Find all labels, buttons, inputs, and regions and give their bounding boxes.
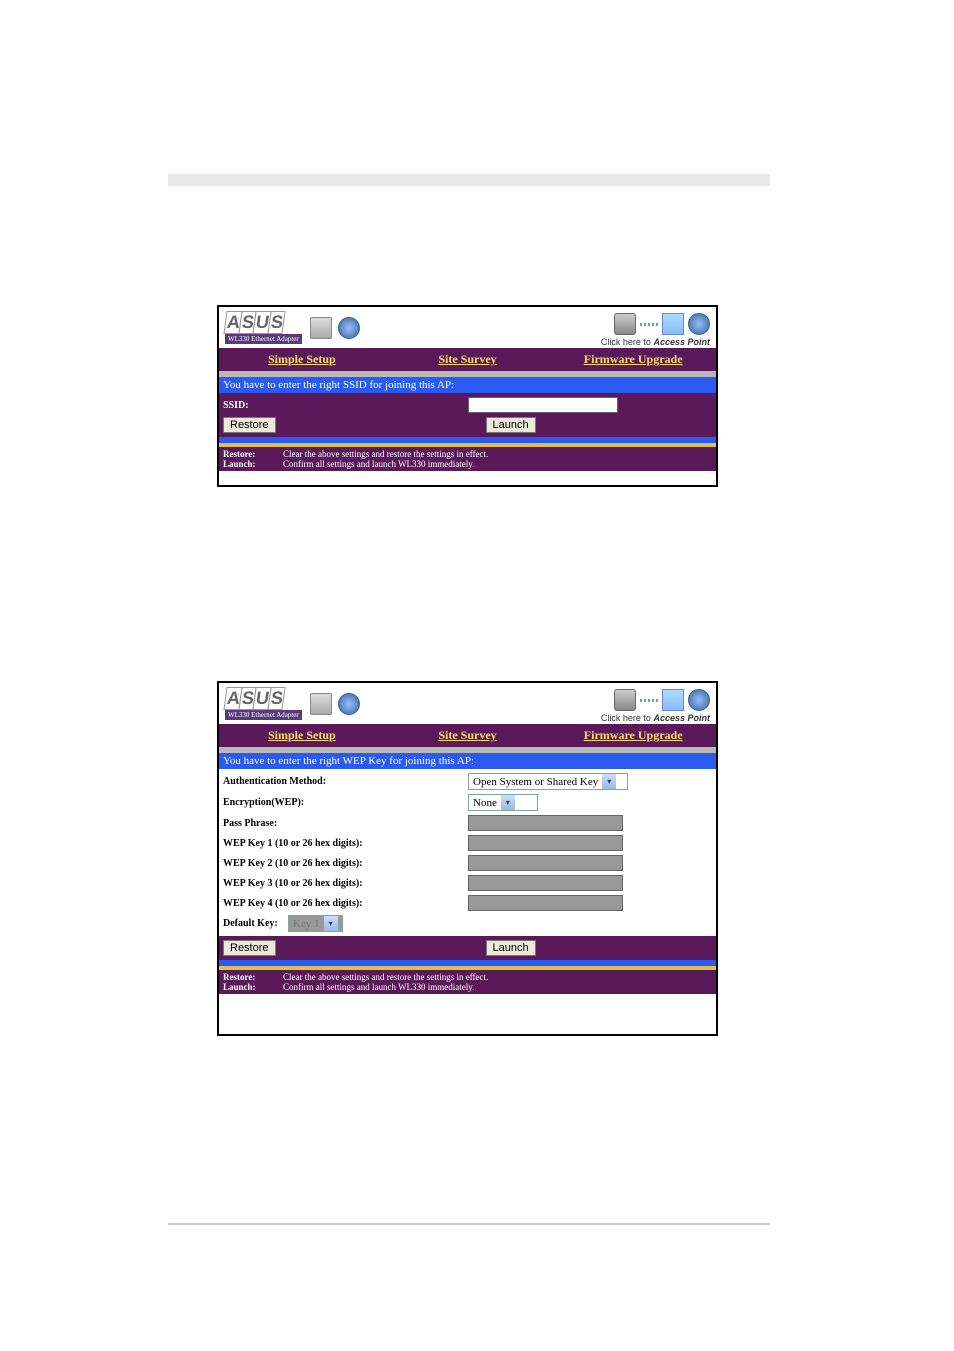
header: ASUS WL330 Ethernet Adapter Click here t…	[219, 683, 716, 724]
monitor-icon	[662, 313, 684, 335]
footer-help: Restore:Clear the above settings and res…	[219, 970, 716, 994]
ssid-input[interactable]	[468, 397, 618, 413]
form-area: Authentication Method: Open System or Sh…	[219, 769, 716, 936]
launch-button[interactable]: Launch	[486, 417, 536, 433]
wep-key-1-input[interactable]	[468, 835, 623, 851]
header-icons-right	[614, 689, 710, 711]
tab-site-survey[interactable]: Site Survey	[385, 348, 551, 371]
globe-icon	[338, 693, 360, 715]
button-row: Restore Launch	[219, 936, 716, 960]
ssid-label: SSID:	[223, 400, 468, 411]
asus-logo: ASUS WL330 Ethernet Adapter	[225, 311, 302, 344]
passphrase-label: Pass Phrase:	[223, 818, 468, 829]
wep-key-3-label: WEP Key 3 (10 or 26 hex digits):	[223, 878, 468, 889]
auth-method-select[interactable]: Open System or Shared Key▾	[468, 773, 628, 790]
wep-key-1-label: WEP Key 1 (10 or 26 hex digits):	[223, 838, 468, 849]
passphrase-input[interactable]	[468, 815, 623, 831]
adapter-icon	[310, 693, 332, 715]
wep-key-4-input[interactable]	[468, 895, 623, 911]
wep-key-4-label: WEP Key 4 (10 or 26 hex digits):	[223, 898, 468, 909]
launch-button[interactable]: Launch	[486, 940, 536, 956]
instruction-message: You have to enter the right WEP Key for …	[219, 753, 716, 769]
tabs: Simple Setup Site Survey Firmware Upgrad…	[219, 348, 716, 371]
asus-logo: ASUS WL330 Ethernet Adapter	[225, 687, 302, 720]
page-footer-line	[168, 1223, 770, 1225]
encryption-select[interactable]: None▾	[468, 794, 538, 811]
globe-icon	[688, 689, 710, 711]
chevron-down-icon: ▾	[501, 795, 515, 810]
tab-firmware-upgrade[interactable]: Firmware Upgrade	[550, 724, 716, 747]
auth-method-label: Authentication Method:	[223, 776, 468, 787]
globe-icon	[338, 317, 360, 339]
signal-icon	[640, 323, 658, 326]
access-point-link[interactable]: Click here to Access Point	[601, 713, 710, 723]
wep-key-3-input[interactable]	[468, 875, 623, 891]
encryption-label: Encryption(WEP):	[223, 797, 468, 808]
screenshot-wep-page: ASUS WL330 Ethernet Adapter Click here t…	[217, 681, 718, 1036]
tab-site-survey[interactable]: Site Survey	[385, 724, 551, 747]
monitor-icon	[662, 689, 684, 711]
adapter-icon	[310, 317, 332, 339]
tab-simple-setup[interactable]: Simple Setup	[219, 348, 385, 371]
screenshot-ssid-page: ASUS WL330 Ethernet Adapter Click here t…	[217, 305, 718, 487]
restore-button[interactable]: Restore	[223, 417, 276, 433]
header-icons-left	[310, 317, 360, 339]
access-point-link[interactable]: Click here to Access Point	[601, 337, 710, 347]
header-icons-left	[310, 693, 360, 715]
wep-key-2-input[interactable]	[468, 855, 623, 871]
globe-icon	[688, 313, 710, 335]
tab-simple-setup[interactable]: Simple Setup	[219, 724, 385, 747]
header-icons-right	[614, 313, 710, 335]
tabs: Simple Setup Site Survey Firmware Upgrad…	[219, 724, 716, 747]
form-area: SSID: Restore Launch	[219, 393, 716, 437]
wep-key-2-label: WEP Key 2 (10 or 26 hex digits):	[223, 858, 468, 869]
default-key-select[interactable]: Key 1▾	[288, 915, 343, 932]
instruction-message: You have to enter the right SSID for joi…	[219, 377, 716, 393]
signal-icon	[640, 699, 658, 702]
header: ASUS WL330 Ethernet Adapter Click here t…	[219, 307, 716, 348]
chevron-down-icon: ▾	[602, 774, 616, 789]
device-icon	[614, 689, 636, 711]
tab-firmware-upgrade[interactable]: Firmware Upgrade	[550, 348, 716, 371]
chevron-down-icon: ▾	[324, 916, 338, 931]
default-key-label: Default Key:	[223, 918, 288, 929]
device-icon	[614, 313, 636, 335]
restore-button[interactable]: Restore	[223, 940, 276, 956]
page-header-bar	[168, 174, 770, 186]
footer-help: Restore:Clear the above settings and res…	[219, 447, 716, 471]
